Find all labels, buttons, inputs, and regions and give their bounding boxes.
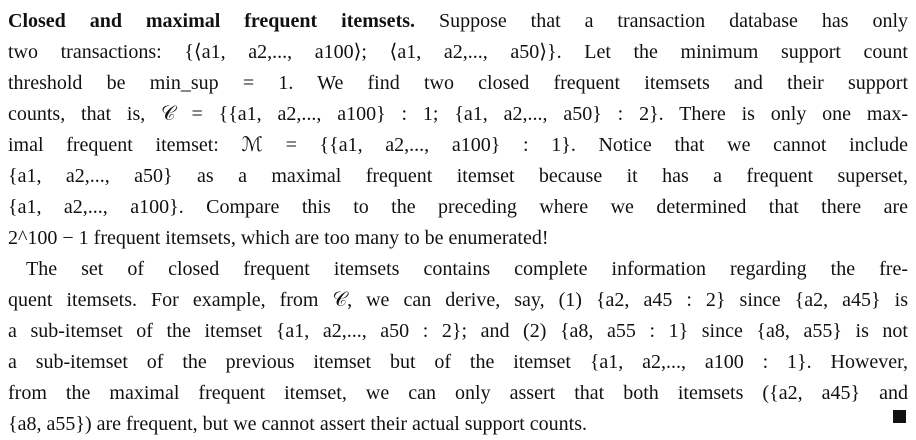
text-line: Closed and maximal frequent itemsets. Su… <box>8 6 908 37</box>
text-line: two transactions: {⟨a1, a2,..., a100⟩; ⟨… <box>8 41 908 63</box>
end-of-proof-square-icon <box>893 410 906 423</box>
text-line: counts, that is, 𝒞 = {{a1, a2,..., a100}… <box>8 103 908 125</box>
text-line: {a1, a2,..., a100}. Compare this to the … <box>8 196 908 218</box>
text-line: threshold be min_sup = 1. We find two cl… <box>8 72 908 94</box>
document-page: Closed and maximal frequent itemsets. Su… <box>0 0 916 435</box>
text-line: a sub-itemset of the itemset {a1, a2,...… <box>8 320 908 342</box>
paragraph-closed-maximal: Closed and maximal frequent itemsets. Su… <box>8 6 908 254</box>
text-line: {a8, a55}) are frequent, but we cannot a… <box>8 413 587 435</box>
text-line: a sub-itemset of the previous itemset bu… <box>8 351 908 373</box>
text-line: imal frequent itemset: ℳ = {{a1, a2,...,… <box>8 134 908 156</box>
text-line: {a1, a2,..., a50} as a maximal frequent … <box>8 165 908 187</box>
text-line: quent itemsets. For example, from 𝒞, we … <box>8 289 908 311</box>
text-line: from the maximal frequent itemset, we ca… <box>8 382 908 404</box>
text-line: The set of closed frequent itemsets cont… <box>26 258 908 280</box>
paragraph-closed-info: The set of closed frequent itemsets cont… <box>8 254 908 440</box>
text-line: 2^100 − 1 frequent itemsets, which are t… <box>8 227 549 249</box>
text-line-content: Suppose that a transaction database has … <box>415 10 908 32</box>
section-heading: Closed and maximal frequent itemsets. <box>8 10 416 32</box>
